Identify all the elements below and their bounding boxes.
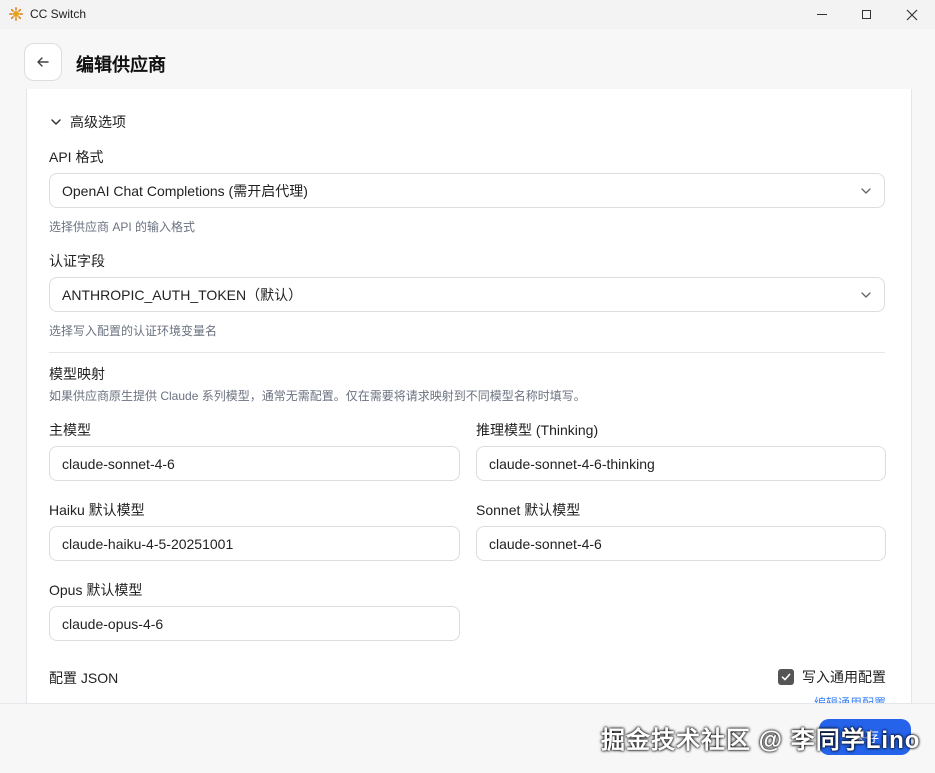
config-json-label: 配置 JSON (49, 670, 119, 686)
close-button[interactable] (889, 0, 935, 29)
back-button[interactable] (24, 43, 62, 81)
api-format-select[interactable]: OpenAI Chat Completions (需开启代理) (49, 173, 885, 208)
minimize-icon (817, 14, 827, 15)
model-mapping-hint: 如果供应商原生提供 Claude 系列模型，通常无需配置。仅在需要将请求映射到不… (49, 389, 586, 403)
checkmark-icon (781, 673, 791, 681)
opus-model-input[interactable]: claude-opus-4-6 (49, 606, 460, 641)
chevron-down-icon (861, 187, 871, 194)
sonnet-model-value: claude-sonnet-4-6 (489, 535, 602, 552)
write-common-config-label: 写入通用配置 (802, 669, 886, 685)
main-model-label: 主模型 (49, 422, 91, 438)
chevron-down-icon (51, 119, 61, 125)
arrow-left-icon (37, 57, 49, 67)
advanced-options-label: 高级选项 (70, 114, 126, 130)
page-header: 编辑供应商 (0, 29, 935, 90)
advanced-options-toggle[interactable]: 高级选项 (50, 112, 126, 132)
page-title: 编辑供应商 (76, 55, 166, 75)
haiku-model-value: claude-haiku-4-5-20251001 (62, 535, 234, 552)
edit-common-config-link[interactable]: 编辑通用配置 (814, 694, 886, 703)
auth-field-hint: 选择写入配置的认证环境变量名 (49, 324, 218, 338)
app-logo-icon (9, 7, 23, 21)
auth-field-label: 认证字段 (49, 253, 105, 269)
api-format-value: OpenAI Chat Completions (需开启代理) (62, 182, 308, 199)
maximize-icon (861, 10, 871, 19)
maximize-button[interactable] (843, 0, 889, 29)
auth-field-select[interactable]: ANTHROPIC_AUTH_TOKEN（默认） (49, 277, 885, 312)
window-titlebar: CC Switch (0, 0, 935, 29)
sonnet-model-input[interactable]: claude-sonnet-4-6 (476, 526, 886, 561)
haiku-model-input[interactable]: claude-haiku-4-5-20251001 (49, 526, 460, 561)
api-format-hint: 选择供应商 API 的输入格式 (49, 220, 196, 234)
chevron-down-icon (861, 291, 871, 298)
thinking-model-label: 推理模型 (Thinking) (476, 422, 599, 438)
section-divider (49, 352, 885, 353)
thinking-model-value: claude-sonnet-4-6-thinking (489, 455, 655, 472)
close-icon (906, 9, 918, 20)
opus-model-label: Opus 默认模型 (49, 582, 143, 598)
model-mapping-title: 模型映射 (49, 366, 105, 382)
main-model-value: claude-sonnet-4-6 (62, 455, 175, 472)
write-common-config-option[interactable]: 写入通用配置 (778, 667, 886, 687)
write-common-config-checkbox[interactable] (778, 669, 794, 685)
haiku-model-label: Haiku 默认模型 (49, 502, 145, 518)
minimize-button[interactable] (799, 0, 845, 29)
thinking-model-input[interactable]: claude-sonnet-4-6-thinking (476, 446, 886, 481)
opus-model-value: claude-opus-4-6 (62, 615, 164, 632)
api-format-label: API 格式 (49, 149, 104, 165)
window-title: CC Switch (30, 7, 87, 21)
watermark-text: 掘金技术社区 @ 李同学Lino (601, 727, 921, 754)
sonnet-model-label: Sonnet 默认模型 (476, 502, 581, 518)
auth-field-value: ANTHROPIC_AUTH_TOKEN（默认） (62, 286, 303, 303)
main-model-input[interactable]: claude-sonnet-4-6 (49, 446, 460, 481)
